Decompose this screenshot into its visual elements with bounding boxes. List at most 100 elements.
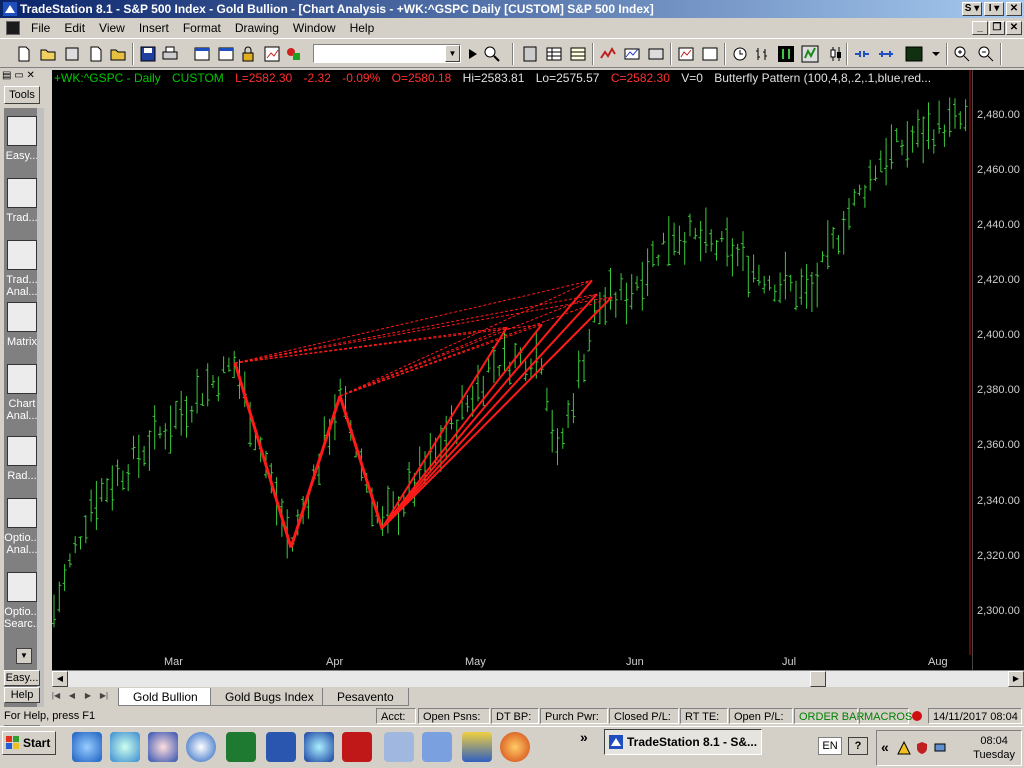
panel-scrollbar[interactable] [37, 108, 44, 708]
scroll-thumb[interactable] [810, 671, 826, 687]
mdi-close-button[interactable]: ✕ [1006, 21, 1022, 35]
excel-icon[interactable] [226, 732, 256, 762]
window-icon[interactable] [192, 44, 212, 64]
tab-next-icon[interactable]: ▶ [82, 690, 94, 702]
price-chart[interactable] [52, 70, 972, 670]
tool-tradestation-app[interactable]: Trad... [4, 170, 40, 232]
tab-gold-bullion[interactable]: Gold Bullion [118, 688, 213, 706]
browser-icon[interactable] [110, 732, 140, 762]
tool-matrix[interactable]: Matrix [4, 294, 40, 356]
record-icon[interactable] [911, 710, 923, 722]
restore-button[interactable]: I ▾ [984, 2, 1004, 16]
warning-icon[interactable] [897, 741, 911, 755]
workspace-icon[interactable] [62, 44, 82, 64]
menu-drawing[interactable]: Drawing [228, 18, 286, 38]
scroll-right-icon[interactable]: ▶ [1008, 671, 1024, 687]
save-icon[interactable] [138, 44, 158, 64]
new-document-icon[interactable] [14, 44, 34, 64]
mdi-minimize-button[interactable]: _ [972, 21, 988, 35]
zoom-out-icon[interactable] [976, 44, 996, 64]
play-arrow-icon[interactable] [463, 44, 483, 64]
display-settings-icon[interactable] [904, 44, 924, 64]
indicator-icon[interactable] [622, 44, 642, 64]
help-button[interactable]: Help [4, 687, 40, 703]
tools-icon[interactable] [148, 732, 178, 762]
ohlc-bar-icon[interactable] [776, 44, 796, 64]
firefox-icon[interactable] [500, 732, 530, 762]
menu-window[interactable]: Window [286, 18, 343, 38]
tradestation-icon[interactable] [304, 732, 334, 762]
bar-type-icon[interactable] [752, 44, 772, 64]
notes-icon[interactable] [422, 732, 452, 762]
table-icon[interactable] [544, 44, 564, 64]
minimize-button[interactable]: S ▾ [962, 2, 982, 16]
quicklaunch-more-icon[interactable]: » [580, 729, 588, 745]
strategy-icon[interactable] [646, 44, 666, 64]
calculator-icon[interactable] [384, 732, 414, 762]
menu-help[interactable]: Help [343, 18, 382, 38]
chevron-down-icon[interactable]: ▼ [445, 45, 460, 62]
word-icon[interactable] [266, 732, 296, 762]
tab-gold-bugs-index[interactable]: Gold Bugs Index [210, 688, 329, 706]
format-window-icon[interactable] [700, 44, 720, 64]
tool-trade-analysis[interactable]: Trad... Anal... [4, 232, 40, 298]
shield-icon[interactable] [915, 741, 929, 755]
expand-bars-icon[interactable] [876, 44, 896, 64]
paint-icon[interactable] [462, 732, 492, 762]
tool-options-search[interactable]: Optio... Searc... [4, 564, 40, 630]
new-page-icon[interactable] [86, 44, 106, 64]
internet-explorer-icon[interactable] [72, 732, 102, 762]
network-icon[interactable] [933, 741, 947, 755]
scroll-down-icon[interactable]: ▼ [16, 648, 32, 664]
tab-last-icon[interactable]: ▶| [98, 690, 110, 702]
chart-analysis-icon[interactable] [598, 44, 618, 64]
panel-header-controls[interactable]: ▤ ▭ ✕ [2, 70, 42, 84]
chart-document-icon[interactable] [6, 21, 20, 35]
date-axis[interactable]: Mar Apr May Jun Jul Aug [52, 655, 972, 670]
media-player-icon[interactable] [186, 732, 216, 762]
format-chart-icon[interactable] [676, 44, 696, 64]
metastock-icon[interactable] [342, 732, 372, 762]
clock[interactable]: 08:04 Tuesday [973, 734, 1015, 762]
menu-file[interactable]: File [24, 18, 57, 38]
chart-canvas[interactable]: +WK:^GSPC - Daily CUSTOM L=2582.30 -2.32… [52, 70, 972, 670]
close-button[interactable]: ✕ [1006, 2, 1022, 16]
price-axis[interactable]: 2,480.00 2,460.00 2,440.00 2,420.00 2,40… [972, 70, 1024, 670]
alarm-clock-icon[interactable] [730, 44, 750, 64]
tool-radar-screen[interactable]: Rad... [4, 428, 40, 490]
print-icon[interactable] [160, 44, 180, 64]
grid-icon[interactable] [568, 44, 588, 64]
open-workspace-icon[interactable] [108, 44, 128, 64]
candlestick-icon[interactable] [826, 44, 846, 64]
window-list-icon[interactable] [216, 44, 236, 64]
symbol-combo[interactable]: ▼ [313, 44, 461, 63]
display-dropdown-icon[interactable] [926, 44, 946, 64]
line-chart-icon[interactable] [800, 44, 820, 64]
tools-header[interactable]: Tools [4, 86, 40, 104]
chart-scrollbar[interactable]: ◀ ▶ [52, 670, 1024, 687]
macros-button[interactable]: MACROS [859, 708, 912, 724]
order-bar-button[interactable]: ORDER BAR [794, 708, 864, 724]
menu-edit[interactable]: Edit [57, 18, 92, 38]
tool-options-analysis[interactable]: Optio... Anal... [4, 490, 40, 556]
chart-grid-icon[interactable] [262, 44, 282, 64]
tab-prev-icon[interactable]: ◀ [66, 690, 78, 702]
taskbar-tradestation-button[interactable]: TradeStation 8.1 - S&... [604, 729, 762, 755]
mdi-restore-button[interactable]: ❐ [989, 21, 1005, 35]
compress-bars-icon[interactable] [852, 44, 872, 64]
tool-chart-analysis[interactable]: Chart Anal... [4, 356, 40, 422]
color-shapes-icon[interactable] [284, 44, 304, 64]
language-indicator[interactable]: EN [818, 737, 842, 755]
menu-insert[interactable]: Insert [132, 18, 176, 38]
open-folder-icon[interactable] [38, 44, 58, 64]
search-zoom-icon[interactable] [482, 44, 502, 64]
menu-view[interactable]: View [92, 18, 132, 38]
tab-first-icon[interactable]: |◀ [50, 690, 62, 702]
lock-icon[interactable] [238, 44, 258, 64]
menu-format[interactable]: Format [176, 18, 228, 38]
start-button[interactable]: Start [2, 731, 56, 755]
zoom-in-icon[interactable] [952, 44, 972, 64]
tray-expand-icon[interactable]: « [881, 739, 889, 755]
easy-button[interactable]: Easy... [4, 670, 40, 686]
scroll-left-icon[interactable]: ◀ [52, 671, 68, 687]
